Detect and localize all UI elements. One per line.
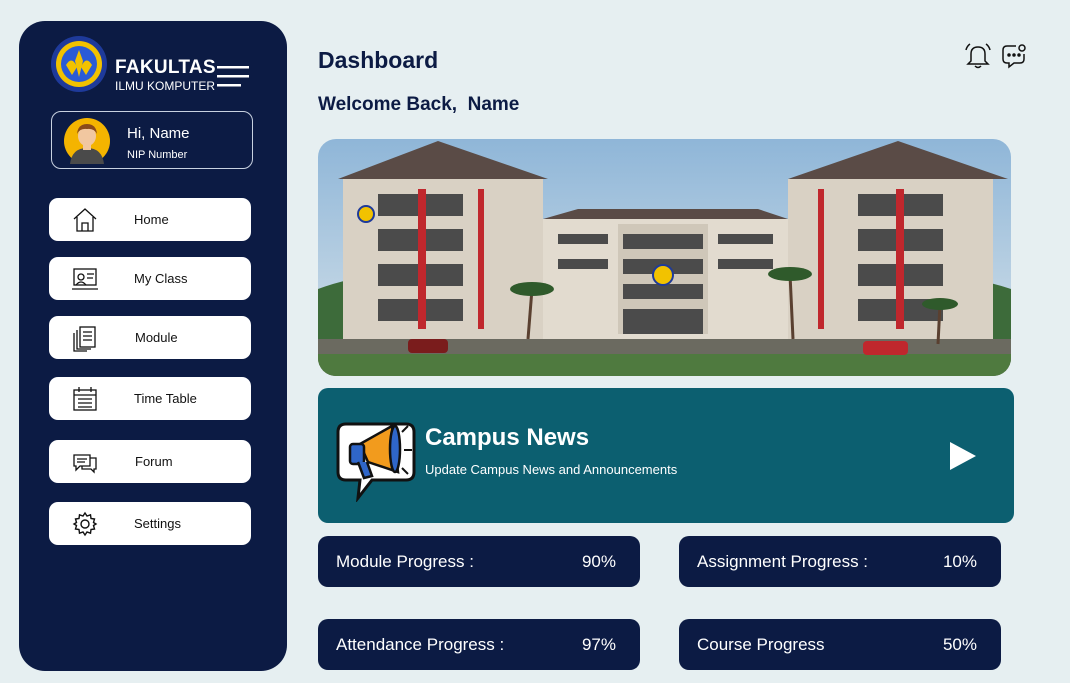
- hamburger-menu-icon[interactable]: [217, 66, 251, 88]
- sidebar-item-label: Home: [134, 212, 169, 227]
- progress-label: Attendance Progress :: [336, 635, 505, 654]
- avatar: [64, 118, 110, 164]
- sidebar-item-time-table[interactable]: Time Table: [49, 377, 251, 420]
- assignment-progress-card: Assignment Progress : 10%: [679, 536, 1001, 587]
- chat-icon[interactable]: [1000, 42, 1028, 70]
- calendar-icon: [73, 387, 97, 411]
- progress-label: Course Progress: [697, 635, 825, 654]
- progress-label: Assignment Progress :: [697, 552, 869, 571]
- progress-value: 90%: [581, 552, 616, 571]
- play-icon[interactable]: [946, 440, 978, 472]
- gear-icon: [72, 511, 98, 537]
- sidebar-item-label: Module: [135, 330, 178, 345]
- module-icon: [73, 326, 96, 352]
- module-progress-card: Module Progress : 90%: [318, 536, 640, 587]
- progress-value: 50%: [942, 635, 977, 654]
- sidebar-item-label: Time Table: [134, 391, 197, 406]
- progress-value: 10%: [942, 552, 977, 571]
- home-icon: [73, 208, 97, 232]
- megaphone-icon: [336, 422, 416, 502]
- campus-building-image: [318, 139, 1011, 376]
- sidebar-item-forum[interactable]: Forum: [49, 440, 251, 483]
- profile-nip: NIP Number: [127, 149, 188, 161]
- campus-news-title: Campus News: [425, 424, 590, 451]
- class-icon: [72, 268, 98, 290]
- forum-icon: [73, 454, 97, 474]
- page-title: Dashboard: [318, 47, 439, 73]
- brand-title: FAKULTAS: [115, 57, 216, 78]
- sidebar-item-label: Forum: [135, 454, 173, 469]
- sidebar-item-label: My Class: [134, 271, 188, 286]
- profile-greeting: Hi, Name: [127, 125, 190, 142]
- progress-label: Module Progress :: [336, 552, 474, 571]
- attendance-progress-card: Attendance Progress : 97%: [318, 619, 640, 670]
- sidebar-item-module[interactable]: Module: [49, 316, 251, 359]
- sidebar-item-settings[interactable]: Settings: [49, 502, 251, 545]
- profile-card[interactable]: Hi, Name NIP Number: [51, 111, 253, 169]
- progress-value: 97%: [581, 635, 616, 654]
- sidebar: FAKULTAS ILMU KOMPUTER Hi, Name NIP Numb…: [19, 21, 287, 671]
- course-progress-card: Course Progress 50%: [679, 619, 1001, 670]
- campus-news-subtitle: Update Campus News and Announcements: [425, 462, 678, 477]
- welcome-message: Welcome Back, Name: [318, 94, 520, 115]
- brand-subtitle: ILMU KOMPUTER: [115, 79, 216, 93]
- sidebar-item-my-class[interactable]: My Class: [49, 257, 251, 300]
- sidebar-item-home[interactable]: Home: [49, 198, 251, 241]
- sidebar-item-label: Settings: [134, 516, 181, 531]
- university-logo: [51, 36, 107, 92]
- bell-icon[interactable]: [964, 42, 992, 70]
- campus-news-banner[interactable]: Campus News Update Campus News and Annou…: [318, 388, 1014, 523]
